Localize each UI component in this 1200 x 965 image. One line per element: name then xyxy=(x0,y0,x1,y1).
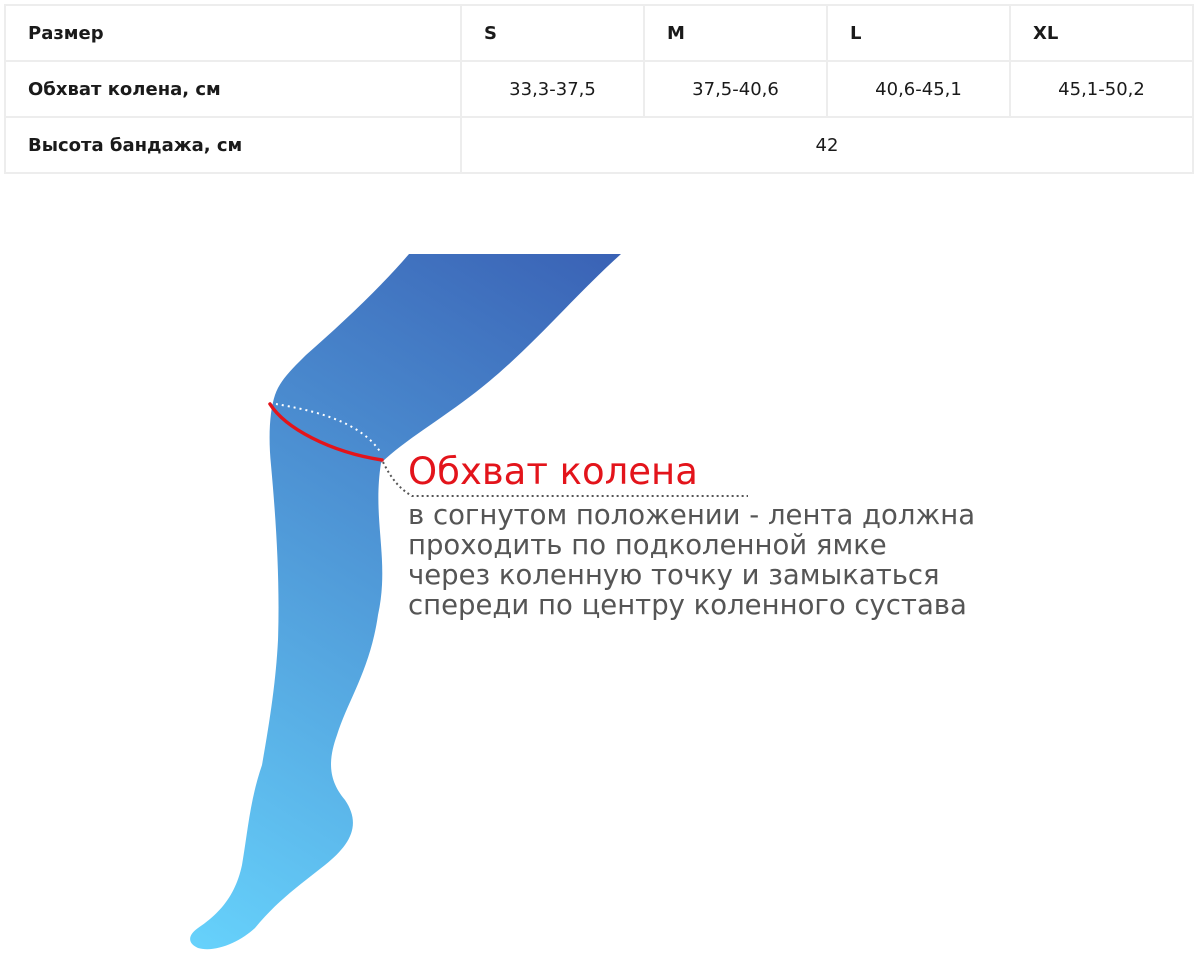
description-line: проходить по подколенной ямке xyxy=(408,529,887,561)
measure-title: Обхват колена xyxy=(408,450,698,493)
description-line: через коленную точку и замыкаться xyxy=(408,559,940,591)
description-line: спереди по центру коленного сустава xyxy=(408,589,967,621)
measure-description: в согнутом положении - лента должна прох… xyxy=(408,500,975,620)
description-line: в согнутом положении - лента должна xyxy=(408,499,976,531)
